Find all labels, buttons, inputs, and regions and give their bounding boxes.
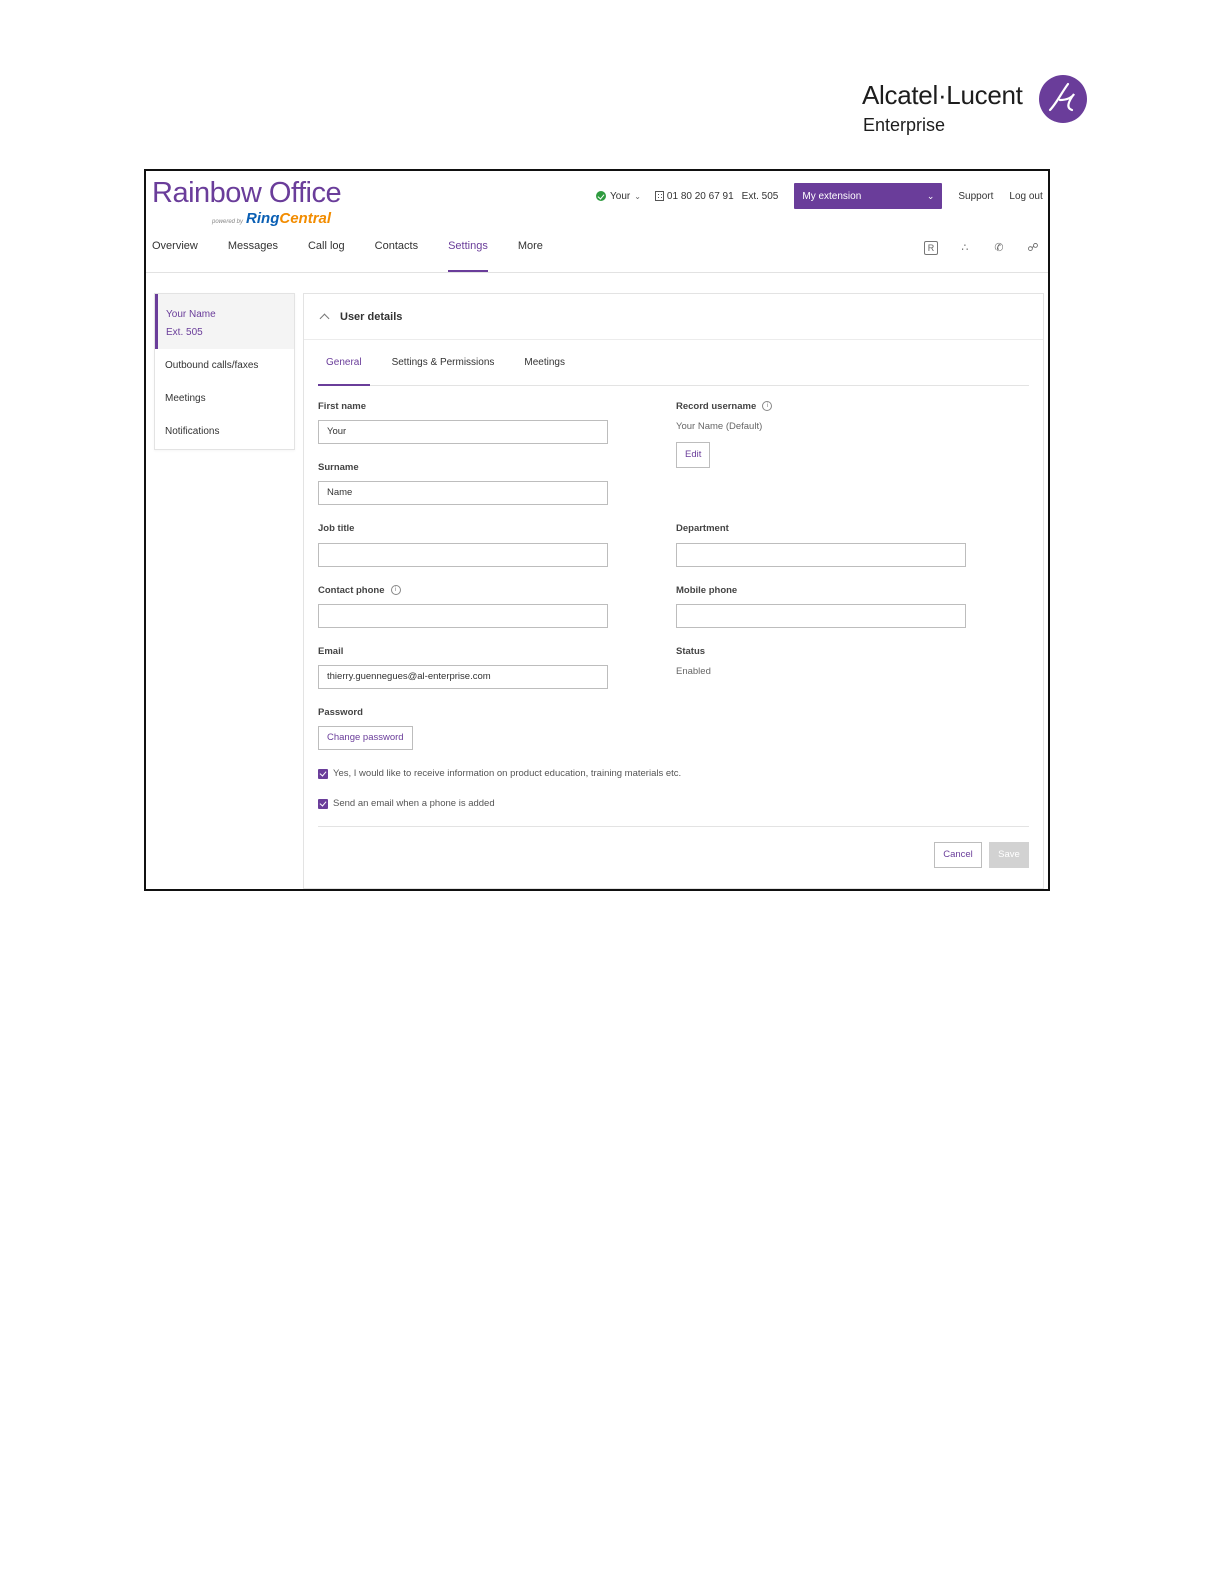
opt-in-checkbox[interactable] — [318, 768, 328, 779]
sidebar-item-meetings[interactable]: Meetings — [155, 382, 294, 415]
r-icon[interactable]: R — [924, 241, 938, 255]
extension-number: Ext. 505 — [741, 190, 779, 202]
email-label: Email — [318, 646, 344, 657]
edit-button[interactable]: Edit — [676, 442, 711, 468]
sidebar-user-name: Your Name — [166, 309, 216, 320]
user-details-header[interactable]: User details — [304, 294, 1043, 340]
record-username-label-row: Record username i — [676, 401, 773, 412]
status-available-icon — [596, 191, 606, 201]
presence-status[interactable]: Your ⌄ — [596, 191, 641, 202]
status-user: Your — [610, 190, 631, 202]
powered-by-ringcentral: powered by RingCentral — [212, 210, 331, 228]
main-nav: Overview Messages Call log Contacts Sett… — [152, 240, 573, 272]
phone-icon[interactable]: ✆ — [992, 241, 1006, 255]
contact-phone-label: Contact phone — [318, 585, 385, 596]
job-title-input[interactable] — [318, 543, 608, 567]
first-name-label: First name — [318, 401, 367, 412]
job-title-label: Job title — [318, 523, 355, 534]
opt-in-label: Yes, I would like to receive information… — [333, 768, 682, 779]
first-name-input[interactable]: Your — [318, 420, 608, 444]
tab-general[interactable]: General — [318, 340, 370, 386]
tab-meetings[interactable]: Meetings — [516, 340, 573, 385]
chevron-up-icon — [319, 313, 330, 324]
apps-icon[interactable]: ∴ — [958, 241, 972, 255]
email-phone-added-row: Send an email when a phone is added — [318, 798, 495, 809]
nav-more[interactable]: More — [518, 240, 543, 272]
sidebar-item-outbound[interactable]: Outbound calls/faxes — [155, 349, 294, 382]
rainbow-office-logo: Rainbow Office powered by RingCentral — [152, 177, 342, 227]
settings-sidebar: Your Name Ext. 505 Outbound calls/faxes … — [154, 293, 295, 450]
powered-by-text: powered by — [212, 219, 244, 225]
ale-logo-icon — [1039, 75, 1087, 123]
nav-settings[interactable]: Settings — [448, 240, 488, 272]
card-title: User details — [340, 310, 403, 323]
extension-select[interactable]: My extension ⌄ — [794, 183, 943, 209]
extension-select-label: My extension — [802, 190, 862, 202]
password-label: Password — [318, 707, 363, 718]
chevron-down-icon: ⌄ — [926, 190, 935, 201]
nav-overview[interactable]: Overview — [152, 240, 198, 272]
chevron-down-icon: ⌄ — [634, 191, 641, 201]
ring-text: Ring — [246, 210, 280, 227]
info-icon[interactable]: i — [390, 585, 401, 596]
sidebar-item-user[interactable]: Your Name Ext. 505 — [155, 294, 294, 349]
nav-icon-group: R ∴ ✆ ☍ — [924, 241, 1040, 255]
change-password-button[interactable]: Change password — [318, 726, 413, 750]
logout-link[interactable]: Log out — [1009, 191, 1042, 202]
nav-call-log[interactable]: Call log — [308, 240, 345, 272]
mobile-phone-label: Mobile phone — [676, 585, 738, 596]
central-text: Central — [279, 210, 332, 227]
email-input[interactable]: thierry.guennegues@al-enterprise.com — [318, 665, 608, 689]
sidebar-user-ext: Ext. 505 — [166, 327, 203, 338]
mobile-phone-input[interactable] — [676, 604, 966, 628]
nav-messages[interactable]: Messages — [228, 240, 278, 272]
info-icon[interactable]: i — [762, 401, 773, 412]
record-username-label: Record username — [676, 401, 757, 412]
sidebar-item-notifications[interactable]: Notifications — [155, 415, 294, 448]
contact-phone-input[interactable] — [318, 604, 608, 628]
status-value: Enabled — [676, 666, 711, 677]
nav-divider — [146, 272, 1048, 273]
surname-input[interactable]: Name — [318, 481, 608, 505]
footer-divider — [318, 826, 1029, 827]
contact-phone-label-row: Contact phone i — [318, 585, 401, 596]
user-details-card: User details General Settings & Permissi… — [303, 293, 1044, 889]
department-label: Department — [676, 523, 729, 534]
rainbow-office-window: Rainbow Office powered by RingCentral You… — [144, 169, 1050, 891]
company-name: Alcatel·Lucent — [862, 80, 1023, 110]
support-link[interactable]: Support — [958, 191, 993, 202]
department-input[interactable] — [676, 543, 966, 567]
save-button[interactable]: Save — [989, 842, 1029, 868]
opt-in-row: Yes, I would like to receive information… — [318, 768, 681, 779]
status-label: Status — [676, 646, 706, 657]
company-sub: Enterprise — [863, 115, 946, 135]
alcatel-lucent-logo: Alcatel·Lucent Enterprise — [862, 74, 1092, 138]
phone-number: 01 80 20 67 91 — [666, 190, 734, 202]
company-phone: 01 80 20 67 91 — [654, 190, 734, 202]
email-phone-added-checkbox[interactable] — [318, 798, 328, 809]
cancel-button[interactable]: Cancel — [934, 842, 982, 868]
email-phone-added-label: Send an email when a phone is added — [333, 798, 495, 809]
record-username-value: Your Name (Default) — [676, 421, 763, 432]
tab-settings-permissions[interactable]: Settings & Permissions — [384, 340, 503, 385]
building-icon — [654, 191, 664, 201]
surname-label: Surname — [318, 462, 359, 473]
feedback-icon[interactable]: ☍ — [1026, 241, 1040, 255]
app-title: Rainbow Office — [152, 177, 342, 209]
detail-tabs: General Settings & Permissions Meetings — [318, 340, 1029, 386]
top-bar: Your ⌄ 01 80 20 67 91 Ext. 505 My extens… — [596, 183, 1043, 209]
nav-contacts[interactable]: Contacts — [375, 240, 418, 272]
